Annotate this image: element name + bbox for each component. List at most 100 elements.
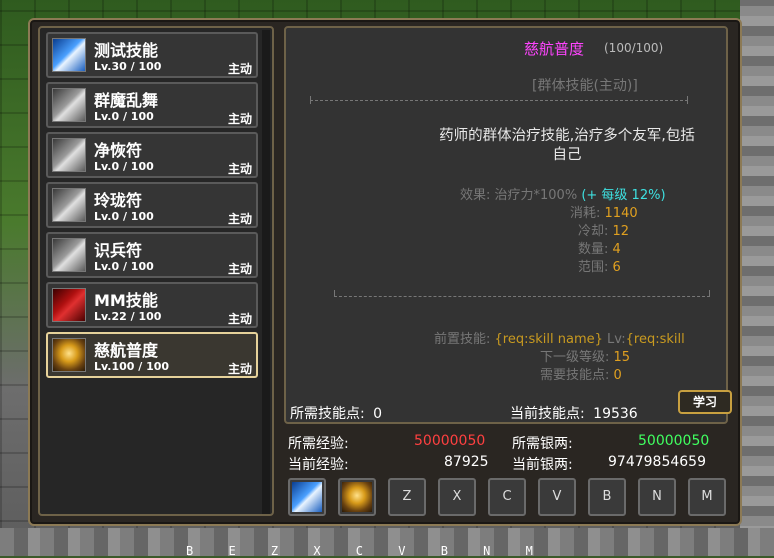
required-points-label: 所需技能点: <box>290 406 365 422</box>
required-silver-value: 50000050 <box>638 433 710 449</box>
skill-level: Lv.0 / 100 <box>94 160 154 173</box>
prereq-lv-value: {req:skill <box>625 332 685 347</box>
skill-name: 群魔乱舞 <box>94 91 159 110</box>
skill-level: Lv.30 / 100 <box>94 60 162 73</box>
hotbar-slot-z[interactable]: Z <box>388 478 426 516</box>
skill-type: 主动 <box>227 112 252 126</box>
skill-name: 测试技能 <box>94 41 159 60</box>
current-silver-value: 97479854659 <box>608 454 706 470</box>
current-points-value: 19536 <box>593 406 638 422</box>
skill-level: Lv.0 / 100 <box>94 210 154 223</box>
range-value: 6 <box>612 260 621 275</box>
stone-wall-right <box>740 0 774 556</box>
cost-label: 消耗: <box>570 206 601 221</box>
skill-type: 主动 <box>227 312 252 326</box>
gray-sword-icon <box>52 138 86 172</box>
skill-type: 主动 <box>227 162 252 176</box>
range-row: 范围: 6 <box>578 256 621 275</box>
skill-name: 识兵符 <box>94 241 143 260</box>
prereq-row: 前置技能: {req:skill name} Lv:{req:skill <box>434 328 722 347</box>
skill-name: MM技能 <box>94 291 158 310</box>
hotbar-slot-skill-1[interactable] <box>288 478 326 516</box>
points-needed-row: 需要技能点: 0 <box>540 364 622 383</box>
blue-sword-icon <box>292 482 322 512</box>
cooldown-row: 冷却: 12 <box>578 220 629 239</box>
divider-bracket <box>334 290 335 297</box>
current-points: 当前技能点: 19536 <box>510 403 638 423</box>
skill-level: Lv.0 / 100 <box>94 260 154 273</box>
divider-bracket <box>310 96 311 104</box>
skill-type: 主动 <box>227 212 252 226</box>
next-level-row: 下一级等级: 15 <box>540 346 630 365</box>
gray-sword-icon <box>52 88 86 122</box>
next-level-label: 下一级等级: <box>540 350 610 365</box>
skill-type: 主动 <box>227 262 252 276</box>
count-label: 数量: <box>578 242 609 257</box>
cost-value: 1140 <box>604 206 638 221</box>
effect-bonus: (+ 每级 12%) <box>581 188 666 203</box>
divider-top <box>310 100 688 101</box>
hotbar-slot-b[interactable]: B <box>588 478 626 516</box>
golden-figure-icon <box>342 482 372 512</box>
hotbar-slot-n[interactable]: N <box>638 478 676 516</box>
hotbar-slot-c[interactable]: C <box>488 478 526 516</box>
blue-sword-icon <box>52 38 86 72</box>
skill-name: 玲珑符 <box>94 191 143 210</box>
points-needed-value: 0 <box>613 368 622 383</box>
cost-row: 消耗: 1140 <box>570 202 638 221</box>
hotbar-slot-x[interactable]: X <box>438 478 476 516</box>
divider-bottom <box>334 296 710 297</box>
effect-label: 效果: 治疗力*100% <box>460 188 578 203</box>
divider-bracket <box>709 290 710 297</box>
skill-item-4[interactable]: 识兵符 Lv.0 / 100 主动 <box>46 232 258 278</box>
cooldown-value: 12 <box>612 224 630 239</box>
skill-item-1[interactable]: 群魔乱舞 Lv.0 / 100 主动 <box>46 82 258 128</box>
skill-list-scrollbar[interactable] <box>262 30 270 514</box>
current-exp-label: 当前经验: <box>288 457 349 473</box>
next-level-value: 15 <box>613 350 631 365</box>
skill-name: 慈航普度 <box>94 341 159 360</box>
skill-item-5[interactable]: MM技能 Lv.22 / 100 主动 <box>46 282 258 328</box>
count-row: 数量: 4 <box>578 238 621 257</box>
prereq-lv-label: Lv: <box>607 332 626 347</box>
current-exp-value: 87925 <box>444 454 489 470</box>
skill-item-3[interactable]: 玲珑符 Lv.0 / 100 主动 <box>46 182 258 228</box>
red-slash-icon <box>52 288 86 322</box>
hotbar-slot-m[interactable]: M <box>688 478 726 516</box>
current-silver-label: 当前银两: <box>512 457 573 473</box>
points-needed-label: 需要技能点: <box>540 368 610 383</box>
required-exp-label: 所需经验: <box>288 436 349 452</box>
skill-item-2[interactable]: 净恢符 Lv.0 / 100 主动 <box>46 132 258 178</box>
required-points: 所需技能点: 0 <box>290 403 382 423</box>
detail-skill-type: [群体技能(主动)] <box>532 78 638 94</box>
prereq-label: 前置技能: <box>434 332 491 347</box>
skill-level: Lv.100 / 100 <box>94 360 170 373</box>
count-value: 4 <box>612 242 621 257</box>
skill-item-6-selected[interactable]: 慈航普度 Lv.100 / 100 主动 <box>46 332 258 378</box>
required-exp-value: 50000050 <box>414 433 486 449</box>
detail-skill-name: 慈航普度 <box>524 40 585 58</box>
cooldown-label: 冷却: <box>578 224 609 239</box>
hotbar-slot-skill-2[interactable] <box>338 478 376 516</box>
skill-type: 主动 <box>227 362 252 376</box>
gray-sword-icon <box>52 188 86 222</box>
required-silver-label: 所需银两: <box>512 436 573 452</box>
required-points-value: 0 <box>373 406 383 422</box>
skill-level: Lv.22 / 100 <box>94 310 162 323</box>
skill-name: 净恢符 <box>94 141 143 160</box>
prereq-value: {req:skill name} <box>494 332 603 347</box>
range-label: 范围: <box>578 260 609 275</box>
detail-description: 药师的群体治疗技能,治疗多个友军,包括自己 <box>439 128 695 163</box>
skill-item-0[interactable]: 测试技能 Lv.30 / 100 主动 <box>46 32 258 78</box>
hotbar-slot-v[interactable]: V <box>538 478 576 516</box>
learn-button[interactable]: 学习 <box>678 390 732 414</box>
detail-skill-level: (100/100) <box>604 41 664 55</box>
golden-figure-icon <box>52 338 86 372</box>
effect-row: 效果: 治疗力*100% (+ 每级 12%) <box>460 184 666 203</box>
skill-detail-panel <box>284 26 728 424</box>
divider-bracket <box>687 96 688 104</box>
current-points-label: 当前技能点: <box>510 406 585 422</box>
skill-type: 主动 <box>227 62 252 76</box>
skill-level: Lv.0 / 100 <box>94 110 154 123</box>
gray-sword-icon <box>52 238 86 272</box>
